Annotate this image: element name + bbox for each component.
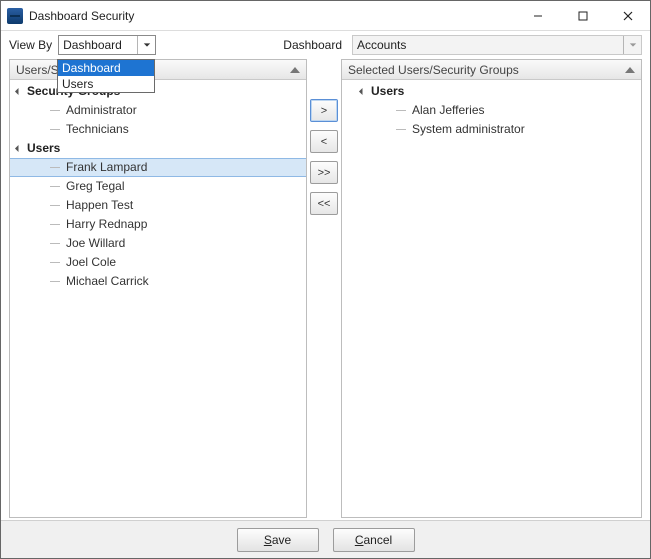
dashboard-label: Dashboard [283,38,342,52]
transfer-buttons: > < >> << [307,59,341,518]
tree-group-security-groups[interactable]: Security Groups [10,82,306,101]
tree-connector-icon [50,167,60,168]
selected-panel: Selected Users/Security Groups Users Ala… [341,59,642,518]
remove-all-button[interactable]: << [310,192,338,215]
available-tree[interactable]: Security Groups Administrator Technician… [10,80,306,517]
tree-item[interactable]: Administrator [10,101,306,120]
window-title: Dashboard Security [29,9,134,23]
add-all-button[interactable]: >> [310,161,338,184]
dashboard-value: Accounts [357,38,406,52]
tree-connector-icon [50,243,60,244]
tree-connector-icon [50,110,60,111]
tree-item[interactable]: Greg Tegal [10,177,306,196]
window-controls [515,1,650,30]
cancel-button[interactable]: Cancel [333,528,415,552]
view-by-combo[interactable]: Dashboard [58,35,156,55]
save-button[interactable]: Save [237,528,319,552]
expander-icon[interactable] [359,88,366,95]
close-button[interactable] [605,1,650,30]
chevron-down-icon [137,36,155,54]
tree-connector-icon [396,129,406,130]
tree-connector-icon [50,262,60,263]
tree-connector-icon [50,186,60,187]
minimize-button[interactable] [515,1,560,30]
tree-item[interactable]: Technicians [10,120,306,139]
tree-group-users[interactable]: Users [10,139,306,158]
tree-item[interactable]: Happen Test [10,196,306,215]
tree-group-label: Users [371,82,404,101]
tree-item[interactable]: Joe Willard [10,234,306,253]
tree-connector-icon [50,281,60,282]
dropdown-option-users[interactable]: Users [58,76,154,92]
available-panel-header[interactable]: Users/Security Groups [10,60,306,80]
expander-icon[interactable] [15,145,22,152]
tree-item[interactable]: System administrator [342,120,641,139]
tree-item[interactable]: Michael Carrick [10,272,306,291]
tree-item[interactable]: Harry Rednapp [10,215,306,234]
main-area: Users/Security Groups Security Groups Ad… [9,59,642,518]
view-by-label: View By [9,38,52,52]
tree-group-users[interactable]: Users [342,82,641,101]
selected-tree[interactable]: Users Alan Jefferies System administrato… [342,80,641,517]
sort-asc-icon [290,67,300,73]
tree-connector-icon [396,110,406,111]
view-by-dropdown[interactable]: Dashboard Users [57,59,155,93]
tree-connector-icon [50,129,60,130]
toolbar: View By Dashboard Dashboard Accounts [1,31,650,59]
tree-connector-icon [50,205,60,206]
tree-item[interactable]: Alan Jefferies [342,101,641,120]
tree-item-selected[interactable]: Frank Lampard [10,158,306,177]
footer: Save Cancel [1,520,650,558]
tree-group-label: Users [27,139,60,158]
dashboard-combo[interactable]: Accounts [352,35,642,55]
expander-icon[interactable] [15,88,22,95]
sort-asc-icon [625,67,635,73]
chevron-down-icon [623,36,641,54]
dropdown-option-dashboard[interactable]: Dashboard [58,60,154,76]
add-button[interactable]: > [310,99,338,122]
selected-panel-header[interactable]: Selected Users/Security Groups [342,60,641,80]
tree-connector-icon [50,224,60,225]
app-icon [7,8,23,24]
tree-item[interactable]: Joel Cole [10,253,306,272]
titlebar: Dashboard Security [1,1,650,31]
remove-button[interactable]: < [310,130,338,153]
selected-panel-title: Selected Users/Security Groups [348,60,519,80]
view-by-value: Dashboard [63,38,122,52]
available-panel: Users/Security Groups Security Groups Ad… [9,59,307,518]
maximize-button[interactable] [560,1,605,30]
